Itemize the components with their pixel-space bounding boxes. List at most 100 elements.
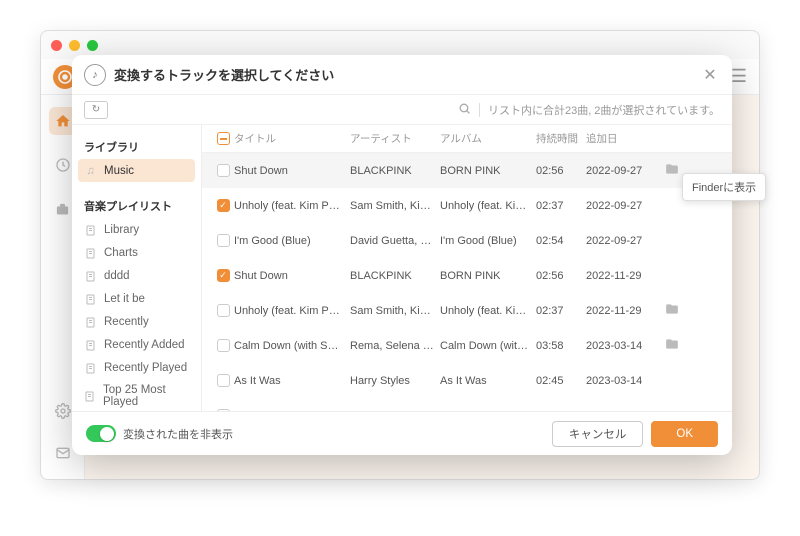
sidebar-item-label: Recently bbox=[104, 316, 149, 328]
row-album: Calm Down (with S... bbox=[440, 340, 536, 352]
sidebar-item-playlist[interactable]: Let it be bbox=[72, 287, 201, 310]
refresh-button[interactable]: ↻ bbox=[84, 101, 108, 119]
row-duration: 02:37 bbox=[536, 305, 586, 317]
close-window-icon[interactable] bbox=[51, 40, 62, 51]
row-artist: Rema, Selena Gom... bbox=[350, 340, 440, 352]
select-all-checkbox[interactable] bbox=[217, 132, 230, 145]
sidebar-item-label: Music bbox=[104, 165, 134, 177]
row-date: 2022-09-27 bbox=[586, 200, 660, 212]
row-album: BORN PINK bbox=[440, 165, 536, 177]
col-duration[interactable]: 持続時間 bbox=[536, 131, 586, 146]
modal-sidebar: ライブラリ ♫ Music 音楽プレイリスト LibraryChartsdddd… bbox=[72, 125, 202, 411]
track-row[interactable]: Shut DownBLACKPINKBORN PINK02:562022-09-… bbox=[202, 153, 732, 188]
ok-button[interactable]: OK bbox=[651, 421, 718, 447]
row-date: 2023-03-14 bbox=[586, 340, 660, 352]
playlist-section-title: 音楽プレイリスト bbox=[72, 194, 201, 218]
music-note-icon: ♪ bbox=[84, 64, 106, 86]
sidebar-item-playlist[interactable]: Recently bbox=[72, 310, 201, 333]
track-row[interactable]: Calm Down (with Sele...Rema, Selena Gom.… bbox=[202, 328, 732, 363]
sidebar-item-playlist[interactable]: Top 25 Most Played bbox=[72, 379, 201, 411]
row-artist: Taylor Swift bbox=[350, 410, 440, 412]
row-duration: 03:20 bbox=[536, 410, 586, 412]
playlist-icon bbox=[84, 269, 97, 282]
modal-body: ライブラリ ♫ Music 音楽プレイリスト LibraryChartsdddd… bbox=[72, 125, 732, 411]
sidebar-item-label: Recently Played bbox=[104, 362, 187, 374]
row-title: Anti-Hero bbox=[234, 410, 350, 412]
hide-converted-toggle[interactable] bbox=[86, 425, 116, 442]
modal-header: ♪ 変換するトラックを選択してください ✕ bbox=[72, 55, 732, 95]
sidebar-item-playlist[interactable]: Recently Added bbox=[72, 333, 201, 356]
row-checkbox[interactable] bbox=[217, 339, 230, 352]
row-date: 2023-03-14 bbox=[586, 375, 660, 387]
row-title: Unholy (feat. Kim Petra... bbox=[234, 200, 350, 212]
row-checkbox[interactable] bbox=[217, 234, 230, 247]
sidebar-item-label: Top 25 Most Played bbox=[103, 384, 189, 408]
row-date: 2022-09-27 bbox=[586, 165, 660, 177]
modal-title: 変換するトラックを選択してください bbox=[114, 65, 700, 84]
music-icon: ♫ bbox=[84, 164, 97, 177]
track-row[interactable]: I'm Good (Blue)David Guetta, Beb...I'm G… bbox=[202, 223, 732, 258]
row-title: I'm Good (Blue) bbox=[234, 235, 350, 247]
row-checkbox[interactable]: ✓ bbox=[217, 269, 230, 282]
sidebar-item-playlist[interactable]: Recently Played bbox=[72, 356, 201, 379]
sidebar-item-playlist[interactable]: Library bbox=[72, 218, 201, 241]
list-rows[interactable]: Shut DownBLACKPINKBORN PINK02:562022-09-… bbox=[202, 153, 732, 411]
row-duration: 02:54 bbox=[536, 235, 586, 247]
row-album: Unholy (feat. Kim P... bbox=[440, 305, 536, 317]
row-duration: 02:45 bbox=[536, 375, 586, 387]
playlist-icon bbox=[84, 361, 97, 374]
col-date[interactable]: 追加日 bbox=[586, 131, 660, 146]
row-artist: David Guetta, Beb... bbox=[350, 235, 440, 247]
reveal-in-finder-icon[interactable] bbox=[665, 337, 679, 354]
list-header: タイトル アーティスト アルバム 持続時間 追加日 bbox=[202, 125, 732, 153]
row-title: Shut Down bbox=[234, 270, 350, 282]
row-date: 2022-09-27 bbox=[586, 235, 660, 247]
row-duration: 03:58 bbox=[536, 340, 586, 352]
minimize-window-icon[interactable] bbox=[69, 40, 80, 51]
sidebar-item-music[interactable]: ♫ Music bbox=[78, 159, 195, 182]
track-row[interactable]: ✓Shut DownBLACKPINKBORN PINK02:562022-11… bbox=[202, 258, 732, 293]
row-title: Unholy (feat. Kim Petra... bbox=[234, 305, 350, 317]
col-artist[interactable]: アーティスト bbox=[350, 131, 440, 146]
row-checkbox[interactable] bbox=[217, 304, 230, 317]
reveal-in-finder-icon[interactable] bbox=[665, 162, 679, 179]
row-album: As It Was bbox=[440, 375, 536, 387]
reveal-in-finder-icon[interactable] bbox=[665, 302, 679, 319]
track-row[interactable]: Anti-HeroTaylor SwiftMidnights03:202023-… bbox=[202, 398, 732, 411]
row-duration: 02:37 bbox=[536, 200, 586, 212]
track-row[interactable]: Unholy (feat. Kim Petra...Sam Smith, Kim… bbox=[202, 293, 732, 328]
sidebar-item-label: Charts bbox=[104, 247, 138, 259]
traffic-lights bbox=[51, 40, 98, 51]
row-checkbox[interactable]: ✓ bbox=[217, 199, 230, 212]
track-row[interactable]: As It WasHarry StylesAs It Was02:452023-… bbox=[202, 363, 732, 398]
row-album: Unholy (feat. Kim P... bbox=[440, 200, 536, 212]
search-icon[interactable] bbox=[458, 102, 471, 118]
close-icon[interactable]: ✕ bbox=[700, 65, 720, 85]
track-row[interactable]: ✓Unholy (feat. Kim Petra...Sam Smith, Ki… bbox=[202, 188, 732, 223]
row-checkbox[interactable] bbox=[217, 409, 230, 411]
row-date: 2023-03-14 bbox=[586, 410, 660, 412]
sidebar-item-playlist[interactable]: dddd bbox=[72, 264, 201, 287]
row-album: BORN PINK bbox=[440, 270, 536, 282]
playlist-icon bbox=[84, 390, 96, 403]
maximize-window-icon[interactable] bbox=[87, 40, 98, 51]
col-title[interactable]: タイトル bbox=[234, 131, 350, 146]
row-album: Midnights bbox=[440, 410, 536, 412]
row-checkbox[interactable] bbox=[217, 374, 230, 387]
sidebar-item-playlist[interactable]: Charts bbox=[72, 241, 201, 264]
row-checkbox[interactable] bbox=[217, 164, 230, 177]
sidebar-item-label: dddd bbox=[104, 270, 130, 282]
track-list: タイトル アーティスト アルバム 持続時間 追加日 Shut DownBLACK… bbox=[202, 125, 732, 411]
row-title: As It Was bbox=[234, 375, 350, 387]
cancel-button[interactable]: キャンセル bbox=[552, 421, 644, 447]
col-album[interactable]: アルバム bbox=[440, 131, 536, 146]
modal-footer: 変換された曲を非表示 キャンセル OK bbox=[72, 411, 732, 455]
row-duration: 02:56 bbox=[536, 165, 586, 177]
playlist-icon bbox=[84, 246, 97, 259]
menu-icon[interactable]: ☰ bbox=[731, 66, 747, 87]
row-artist: BLACKPINK bbox=[350, 165, 440, 177]
track-select-modal: ♪ 変換するトラックを選択してください ✕ ↻ リスト内に合計23曲, 2曲が選… bbox=[72, 55, 732, 455]
sidebar-item-label: Let it be bbox=[104, 293, 145, 305]
sidebar-item-label: Recently Added bbox=[104, 339, 185, 351]
row-artist: BLACKPINK bbox=[350, 270, 440, 282]
